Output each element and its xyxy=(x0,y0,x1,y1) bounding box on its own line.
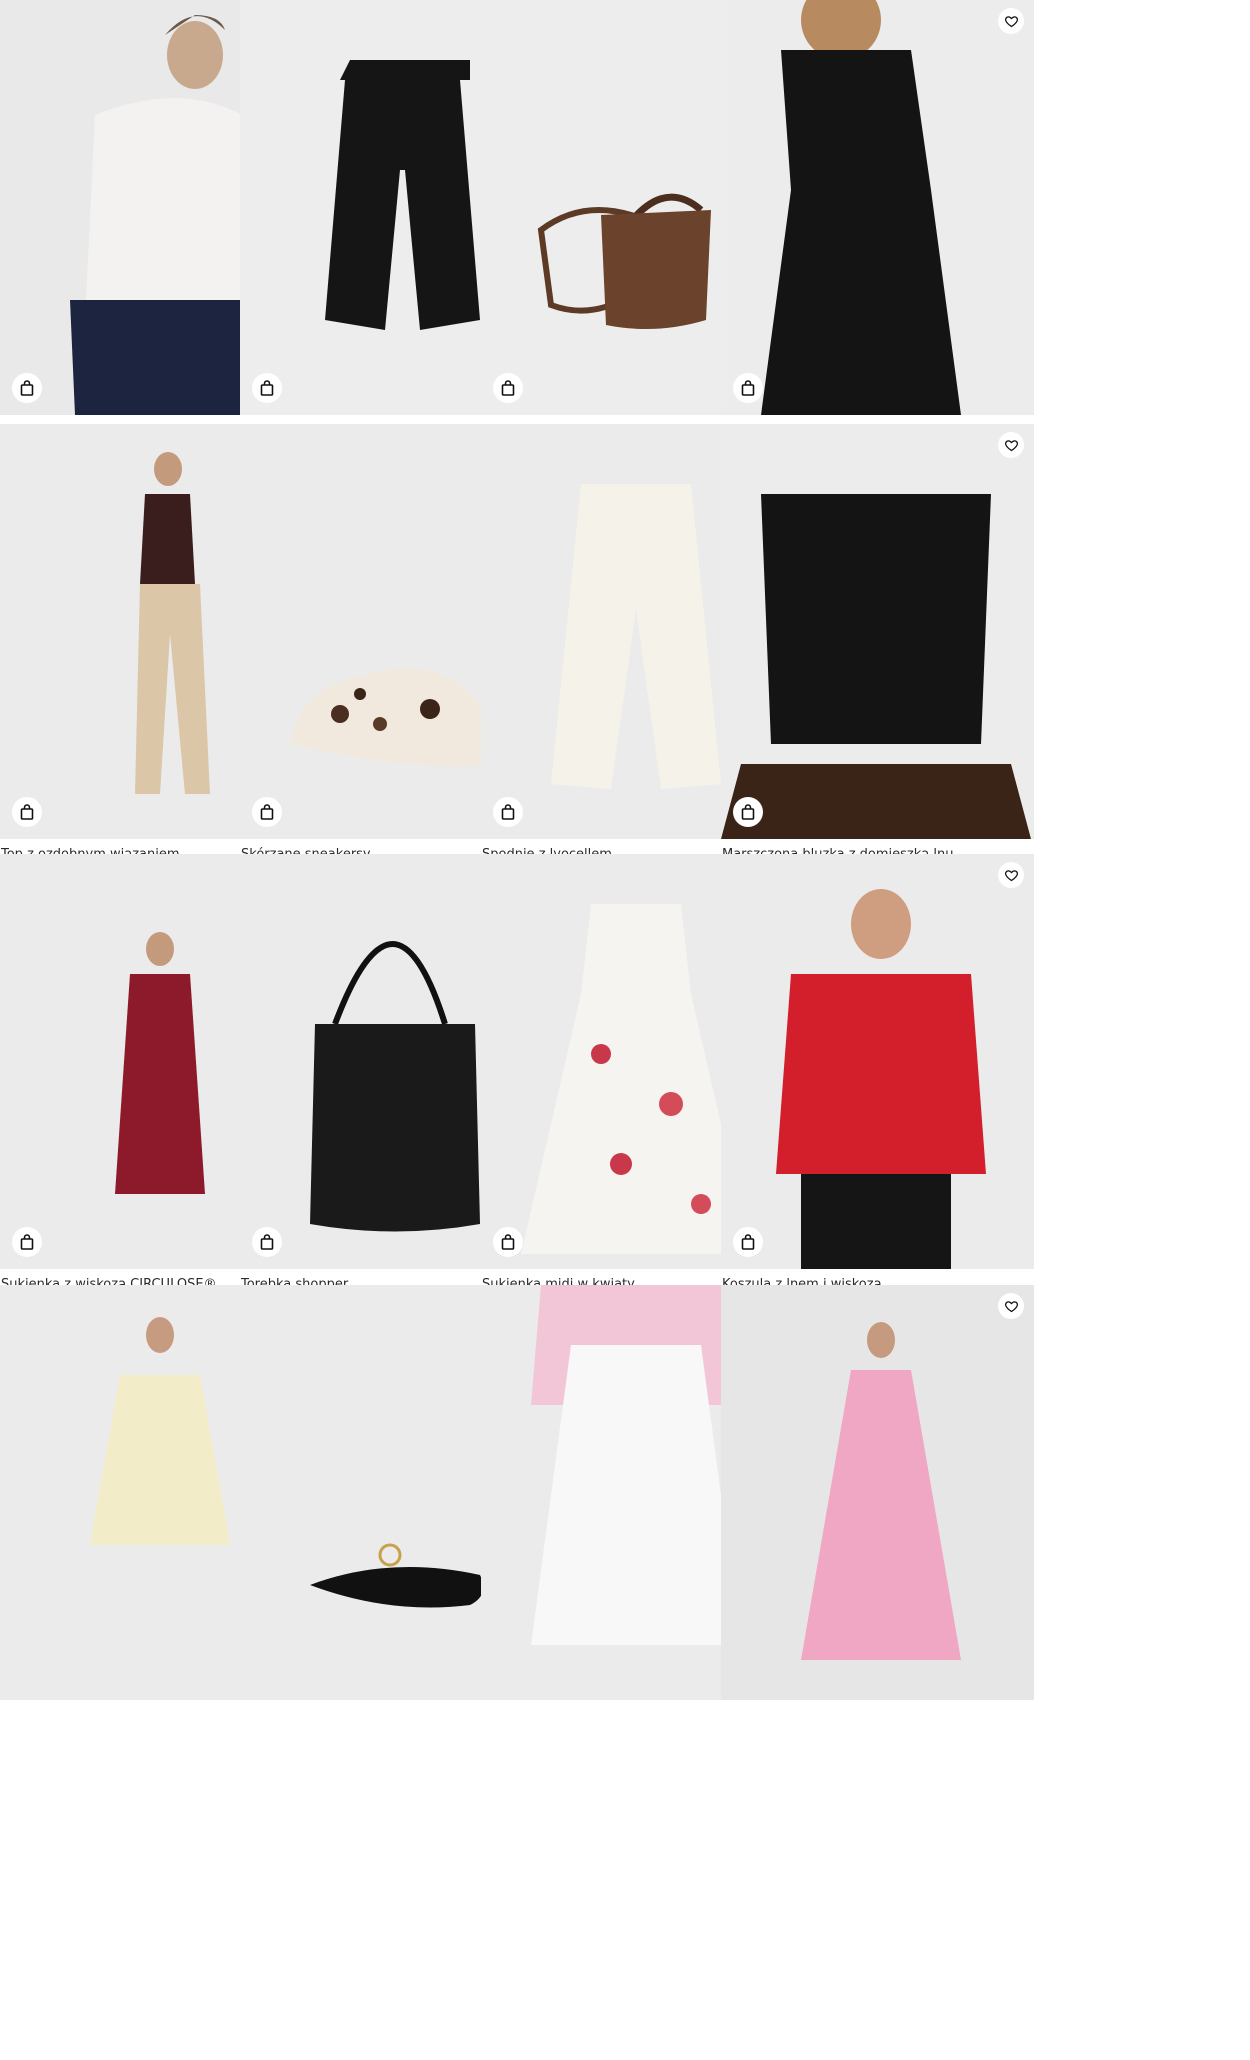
heart-icon xyxy=(1004,869,1018,881)
wishlist-button[interactable] xyxy=(998,8,1024,34)
add-to-bag-button[interactable] xyxy=(493,1227,523,1257)
shopping-bag-icon xyxy=(20,1234,34,1250)
product-image[interactable] xyxy=(721,1285,1034,1700)
shopping-bag-icon xyxy=(741,804,755,820)
product-photo xyxy=(721,854,1034,1269)
wishlist-button[interactable] xyxy=(998,862,1024,888)
add-to-bag-button[interactable] xyxy=(252,797,282,827)
shopping-bag-icon xyxy=(501,380,515,396)
heart-icon xyxy=(1004,1300,1018,1312)
shopping-bag-icon xyxy=(501,804,515,820)
product-image[interactable] xyxy=(721,0,1034,415)
shopping-bag-icon xyxy=(741,380,755,396)
add-to-bag-button[interactable] xyxy=(733,797,763,827)
add-to-bag-button[interactable] xyxy=(252,1227,282,1257)
product-image[interactable] xyxy=(721,854,1034,1269)
wishlist-button[interactable] xyxy=(998,1293,1024,1319)
add-to-bag-button[interactable] xyxy=(252,373,282,403)
add-to-bag-button[interactable] xyxy=(733,373,763,403)
shopping-bag-icon xyxy=(20,804,34,820)
add-to-bag-button[interactable] xyxy=(12,1227,42,1257)
shopping-bag-icon xyxy=(260,1234,274,1250)
product-photo xyxy=(721,0,1034,415)
add-to-bag-button[interactable] xyxy=(493,373,523,403)
product-image[interactable] xyxy=(721,424,1034,839)
shopping-bag-icon xyxy=(501,1234,515,1250)
wishlist-button[interactable] xyxy=(998,432,1024,458)
add-to-bag-button[interactable] xyxy=(12,797,42,827)
product-photo xyxy=(721,1285,1034,1700)
add-to-bag-button[interactable] xyxy=(12,373,42,403)
heart-icon xyxy=(1004,439,1018,451)
shopping-bag-icon xyxy=(20,380,34,396)
shopping-bag-icon xyxy=(741,1234,755,1250)
heart-icon xyxy=(1004,15,1018,27)
add-to-bag-button[interactable] xyxy=(493,797,523,827)
product-photo xyxy=(721,424,1034,839)
add-to-bag-button[interactable] xyxy=(733,1227,763,1257)
shopping-bag-icon xyxy=(260,380,274,396)
shopping-bag-icon xyxy=(260,804,274,820)
